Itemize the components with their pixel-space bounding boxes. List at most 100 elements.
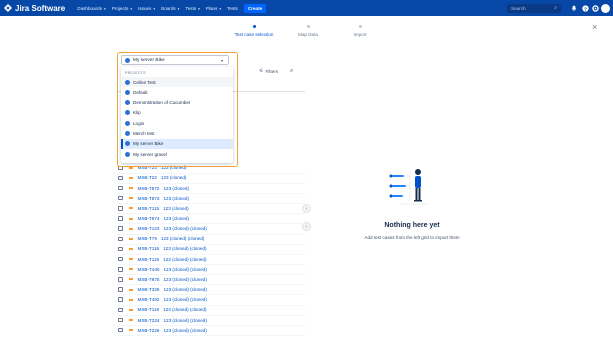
row-checkbox[interactable] xyxy=(118,317,123,323)
test-name[interactable]: 123 (cloned) (cloned) xyxy=(163,246,206,251)
table-row[interactable]: MSB-T872 123 (cloned) xyxy=(118,183,298,193)
test-name[interactable]: 123 (cloned) (cloned) xyxy=(163,297,206,302)
table-row[interactable]: MSB-T492 123 (cloned) (cloned) xyxy=(118,295,298,305)
import-stepper: Test case selection Map Data Import xyxy=(0,25,613,45)
test-key[interactable]: MSB-T123 xyxy=(138,226,160,231)
test-name[interactable]: 123 (cloned) (cloned) xyxy=(163,318,206,323)
avatar[interactable] xyxy=(601,3,610,13)
test-key[interactable]: MSB-T226 xyxy=(138,328,160,333)
row-checkbox[interactable] xyxy=(118,327,123,333)
test-key[interactable]: MSB-T224 xyxy=(138,318,160,323)
test-name[interactable]: 123 (cloned) xyxy=(163,216,189,221)
row-checkbox[interactable] xyxy=(118,267,123,272)
project-option[interactable]: My server gravel xyxy=(121,149,233,159)
test-key[interactable]: MSB-T116 xyxy=(138,246,160,251)
table-row[interactable]: MSB-T224 123 (cloned) (cloned) xyxy=(118,315,298,325)
notifications-icon[interactable] xyxy=(570,4,578,12)
row-checkbox[interactable] xyxy=(118,307,123,313)
row-checkbox[interactable] xyxy=(118,195,123,201)
row-checkbox[interactable] xyxy=(118,175,123,181)
test-name[interactable]: 123 (cloned) (cloned) xyxy=(163,226,206,231)
row-checkbox[interactable] xyxy=(118,226,123,231)
help-icon[interactable]: ? xyxy=(581,4,589,12)
table-row[interactable]: MSB-T226 123 (cloned) (cloned) xyxy=(118,325,298,335)
row-checkbox[interactable] xyxy=(118,236,123,242)
priority-icon xyxy=(128,298,133,301)
test-key[interactable]: MSB-T115 xyxy=(138,206,160,211)
project-option[interactable]: Merch test xyxy=(121,129,233,139)
project-option[interactable]: Celine Test xyxy=(121,77,233,87)
test-key[interactable]: MSB-T875 xyxy=(138,277,160,282)
test-name[interactable]: 123 (cloned) (cloned) xyxy=(163,267,206,272)
project-option[interactable]: My server Bike xyxy=(121,138,233,149)
nav-tests-2[interactable]: Tests xyxy=(227,6,238,11)
nav-boards[interactable]: Boards ▾ xyxy=(161,6,179,11)
table-row[interactable]: MSB-T325 123 (cloned) (cloned) xyxy=(118,285,298,295)
filter-icon: ⚟ xyxy=(259,68,264,74)
list-search-icon[interactable]: ⌕ xyxy=(290,68,293,75)
project-option[interactable]: Login xyxy=(121,118,233,128)
test-key[interactable]: MSB-T325 xyxy=(138,287,160,292)
project-option[interactable]: Demonstration of Cucumber xyxy=(121,98,233,108)
test-name[interactable]: 123 (cloned) (cloned) xyxy=(163,287,206,292)
test-name[interactable]: 123 (cloned) xyxy=(163,186,189,191)
test-name[interactable]: 123 (cloned) (cloned) xyxy=(163,307,206,312)
test-name[interactable]: 123 (cloned) (cloned) xyxy=(163,257,206,262)
test-key[interactable]: MSB-T79 xyxy=(138,236,157,241)
test-name[interactable]: 123 (cloned) xyxy=(161,175,187,180)
row-checkbox[interactable] xyxy=(118,185,123,191)
test-name[interactable]: 123 (cloned) xyxy=(163,196,189,201)
move-right-button[interactable]: › xyxy=(302,204,311,213)
project-option[interactable]: Klip xyxy=(121,108,233,118)
test-key[interactable]: MSB-T492 xyxy=(138,297,160,302)
test-key[interactable]: MSB-T118 xyxy=(138,307,160,312)
close-icon[interactable]: × xyxy=(592,22,597,32)
row-checkbox[interactable] xyxy=(118,297,123,302)
filters-button[interactable]: ⚟ Filters xyxy=(259,68,278,74)
table-row[interactable]: MSB-T875 123 (cloned) (cloned) xyxy=(118,275,298,285)
nav-tests[interactable]: Tests ▾ xyxy=(185,6,199,11)
table-row[interactable]: MSB-T874 123 (cloned) xyxy=(118,214,298,224)
step-import[interactable]: Import xyxy=(330,25,390,37)
test-name[interactable]: 123 (cloned) xyxy=(163,206,189,211)
table-row[interactable]: MSB-T116 123 (cloned) (cloned) xyxy=(118,244,298,254)
project-option[interactable]: Default xyxy=(121,87,233,97)
project-option-label: Demonstration of Cucumber xyxy=(133,100,191,106)
row-checkbox[interactable] xyxy=(118,216,123,221)
row-checkbox[interactable] xyxy=(118,256,123,262)
table-row[interactable]: MSB-T119 123 (cloned) (cloned) xyxy=(118,254,298,264)
test-key[interactable]: MSB-T119 xyxy=(138,257,160,262)
row-checkbox[interactable] xyxy=(118,206,123,211)
table-row[interactable]: MSB-T79 123 (cloned) (cloned) xyxy=(118,234,298,244)
test-key[interactable]: MSB-T874 xyxy=(138,216,160,221)
jira-logo[interactable]: Jira Software xyxy=(4,4,65,13)
table-row[interactable]: MSB-T115 123 (cloned) xyxy=(118,204,298,214)
nav-plans[interactable]: Plans ▾ xyxy=(206,6,221,11)
move-left-button[interactable]: ‹ xyxy=(302,222,311,231)
row-checkbox[interactable] xyxy=(118,246,123,252)
test-key[interactable]: MSB-T22 xyxy=(138,175,157,180)
test-key[interactable]: MSB-T872 xyxy=(138,186,160,191)
test-name[interactable]: 123 (cloned) (cloned) xyxy=(163,277,206,282)
table-row[interactable]: MSB-T22 123 (cloned) xyxy=(118,173,298,183)
nav-projects[interactable]: Projects ▾ xyxy=(112,6,132,11)
test-name[interactable]: 123 (cloned) (cloned) xyxy=(163,328,206,333)
table-row[interactable]: MSB-T440 123 (cloned) (cloned) xyxy=(118,265,298,275)
create-button[interactable]: Create xyxy=(243,3,267,13)
nav-issues[interactable]: Issues ▾ xyxy=(138,6,155,11)
nav-dashboards[interactable]: Dashboards ▾ xyxy=(77,6,106,11)
table-row[interactable]: MSB-T873 123 (cloned) xyxy=(118,193,298,203)
table-row[interactable]: MSB-T118 123 (cloned) (cloned) xyxy=(118,305,298,315)
row-checkbox[interactable] xyxy=(118,277,123,282)
test-key[interactable]: MSB-T873 xyxy=(138,196,160,201)
test-name[interactable]: 123 (cloned) (cloned) xyxy=(161,236,204,241)
table-row[interactable]: MSB-T123 123 (cloned) (cloned) xyxy=(118,224,298,234)
project-select[interactable]: My server Bike ▾ xyxy=(121,55,229,65)
search-input[interactable]: Search ⌕ xyxy=(507,3,561,13)
priority-icon xyxy=(128,329,133,332)
row-checkbox[interactable] xyxy=(118,287,123,292)
test-key[interactable]: MSB-T440 xyxy=(138,267,160,272)
step-map-data[interactable]: Map Data xyxy=(278,25,338,37)
step-test-case-selection[interactable]: Test case selection xyxy=(224,25,284,37)
settings-icon[interactable] xyxy=(591,4,599,12)
